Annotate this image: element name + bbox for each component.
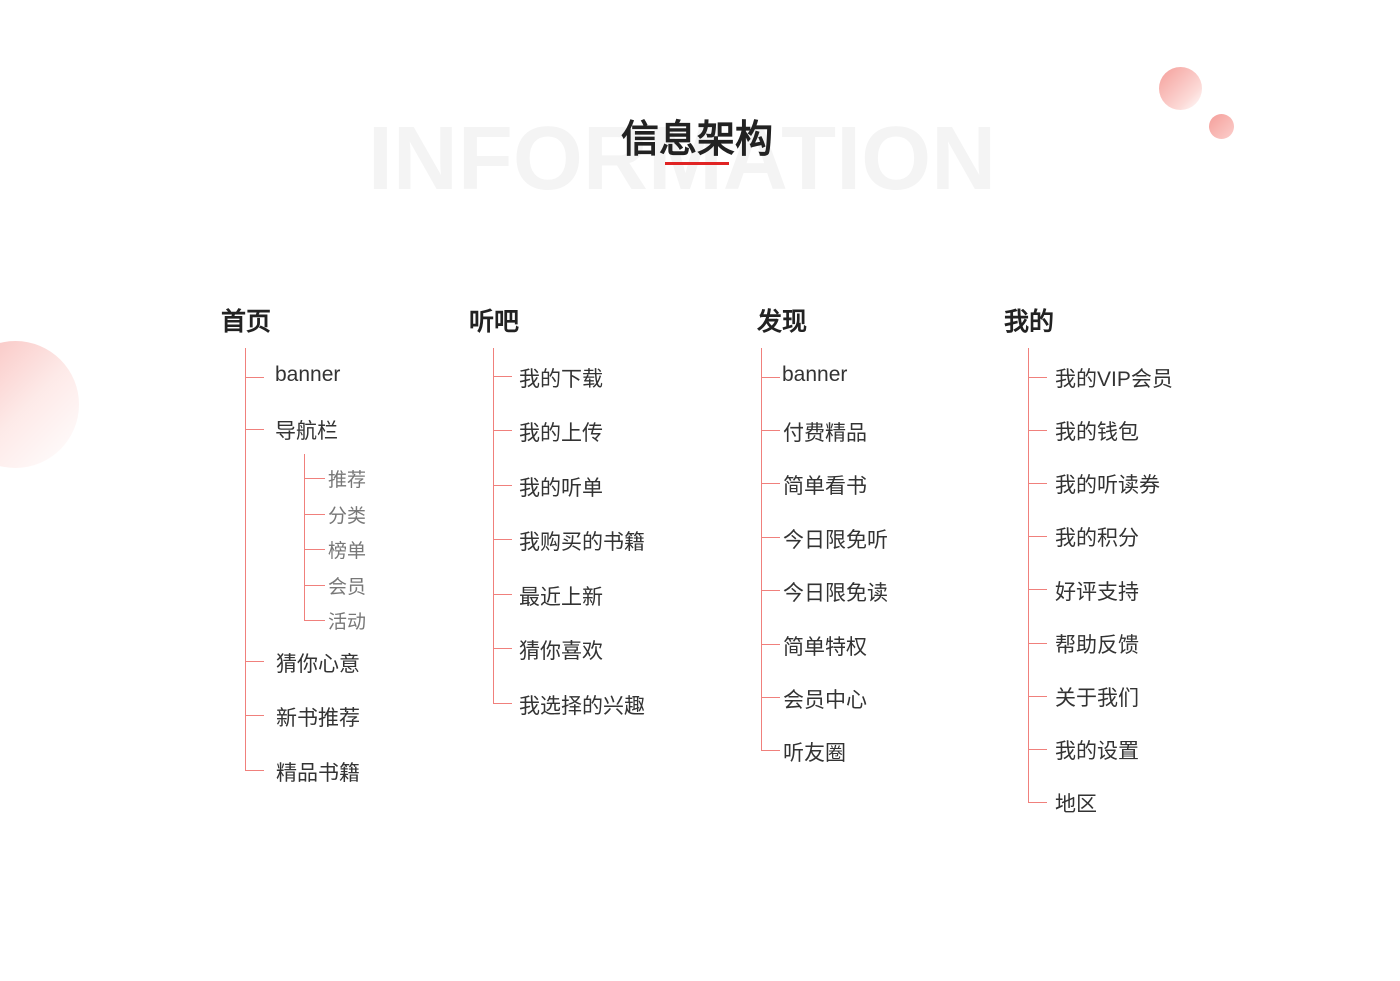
tree-item-guess-like: 猜你喜欢 [519,640,603,663]
tree-subtick [304,514,325,515]
decorative-circle-top-large [1159,67,1202,110]
tree-item-premium-books: 精品书籍 [276,762,360,785]
tree-item-guess: 猜你心意 [276,653,360,676]
tree-tick [245,429,264,430]
tree-subitem-activity: 活动 [328,612,367,633]
tree-item-about: 关于我们 [1055,687,1139,710]
tree-tick [1028,536,1047,537]
tree-item-settings: 我的设置 [1055,740,1139,763]
tree-item-uploads: 我的上传 [519,422,603,445]
tree-tick [761,750,780,751]
tree-tick [1028,430,1047,431]
tree-tick [245,715,264,716]
tree-subitem-member: 会员 [328,577,367,598]
tree-subtick [304,549,325,550]
tree-tick [761,377,780,378]
tree-item-member-center: 会员中心 [783,689,867,712]
tree-item-navbar: 导航栏 [275,420,338,443]
tree-item-simple-read: 简单看书 [783,475,867,498]
page-title: 信息架构 [620,119,773,161]
tree-tick [493,648,512,649]
tree-tick [245,377,264,378]
tree-line-listen [493,348,494,703]
tree-subtick [304,478,325,479]
tree-item-free-read: 今日限免读 [783,582,888,605]
tree-tick [1028,589,1047,590]
tree-tick [761,644,780,645]
tree-line-mine [1028,348,1029,802]
tree-item-paid-premium: 付费精品 [783,422,867,445]
tree-subitem-ranking: 榜单 [328,541,367,562]
tree-item-wallet: 我的钱包 [1055,421,1139,444]
tree-item-banner: banner [275,363,341,386]
tree-tick [1028,696,1047,697]
column-title-listen: 听吧 [469,308,520,336]
tree-item-purchased: 我购买的书籍 [519,531,645,554]
tree-tick [493,485,512,486]
tree-subitem-category: 分类 [328,506,367,527]
tree-tick [493,376,512,377]
tree-tick [1028,483,1047,484]
tree-item-banner: banner [782,363,848,386]
tree-subtick [304,620,325,621]
tree-tick [761,483,780,484]
tree-line-navbar [304,454,305,621]
tree-subitem-recommend: 推荐 [328,470,367,491]
tree-tick [1028,802,1047,803]
tree-item-feedback: 帮助反馈 [1055,634,1139,657]
tree-item-new-books: 新书推荐 [276,707,360,730]
decorative-circle-left [0,341,79,468]
tree-item-interests: 我选择的兴趣 [519,695,645,718]
column-title-mine: 我的 [1004,308,1055,336]
tree-item-vip: 我的VIP会员 [1055,368,1173,391]
tree-tick [493,539,512,540]
tree-tick [245,661,264,662]
tree-item-points: 我的积分 [1055,527,1139,550]
tree-item-friends: 听友圈 [783,742,846,765]
tree-item-playlist: 我的听单 [519,477,603,500]
tree-tick [761,697,780,698]
tree-tick [761,590,780,591]
tree-tick [493,703,512,704]
tree-item-recent: 最近上新 [519,586,603,609]
tree-tick [1028,377,1047,378]
tree-item-rate-support: 好评支持 [1055,581,1139,604]
tree-tick [493,430,512,431]
tree-tick [1028,749,1047,750]
column-title-home: 首页 [221,308,272,336]
tree-item-region: 地区 [1055,793,1097,816]
tree-subtick [304,585,325,586]
tree-item-privileges: 简单特权 [783,636,867,659]
tree-item-downloads: 我的下载 [519,368,603,391]
tree-line-home [245,348,246,771]
tree-tick [761,537,780,538]
column-title-discover: 发现 [757,308,808,336]
tree-tick [493,594,512,595]
tree-tick [245,770,264,771]
tree-item-free-listen: 今日限免听 [783,529,888,552]
tree-tick [1028,643,1047,644]
title-underline [665,162,729,165]
tree-tick [761,430,780,431]
tree-item-coupons: 我的听读券 [1055,474,1160,497]
tree-line-discover [761,348,762,750]
